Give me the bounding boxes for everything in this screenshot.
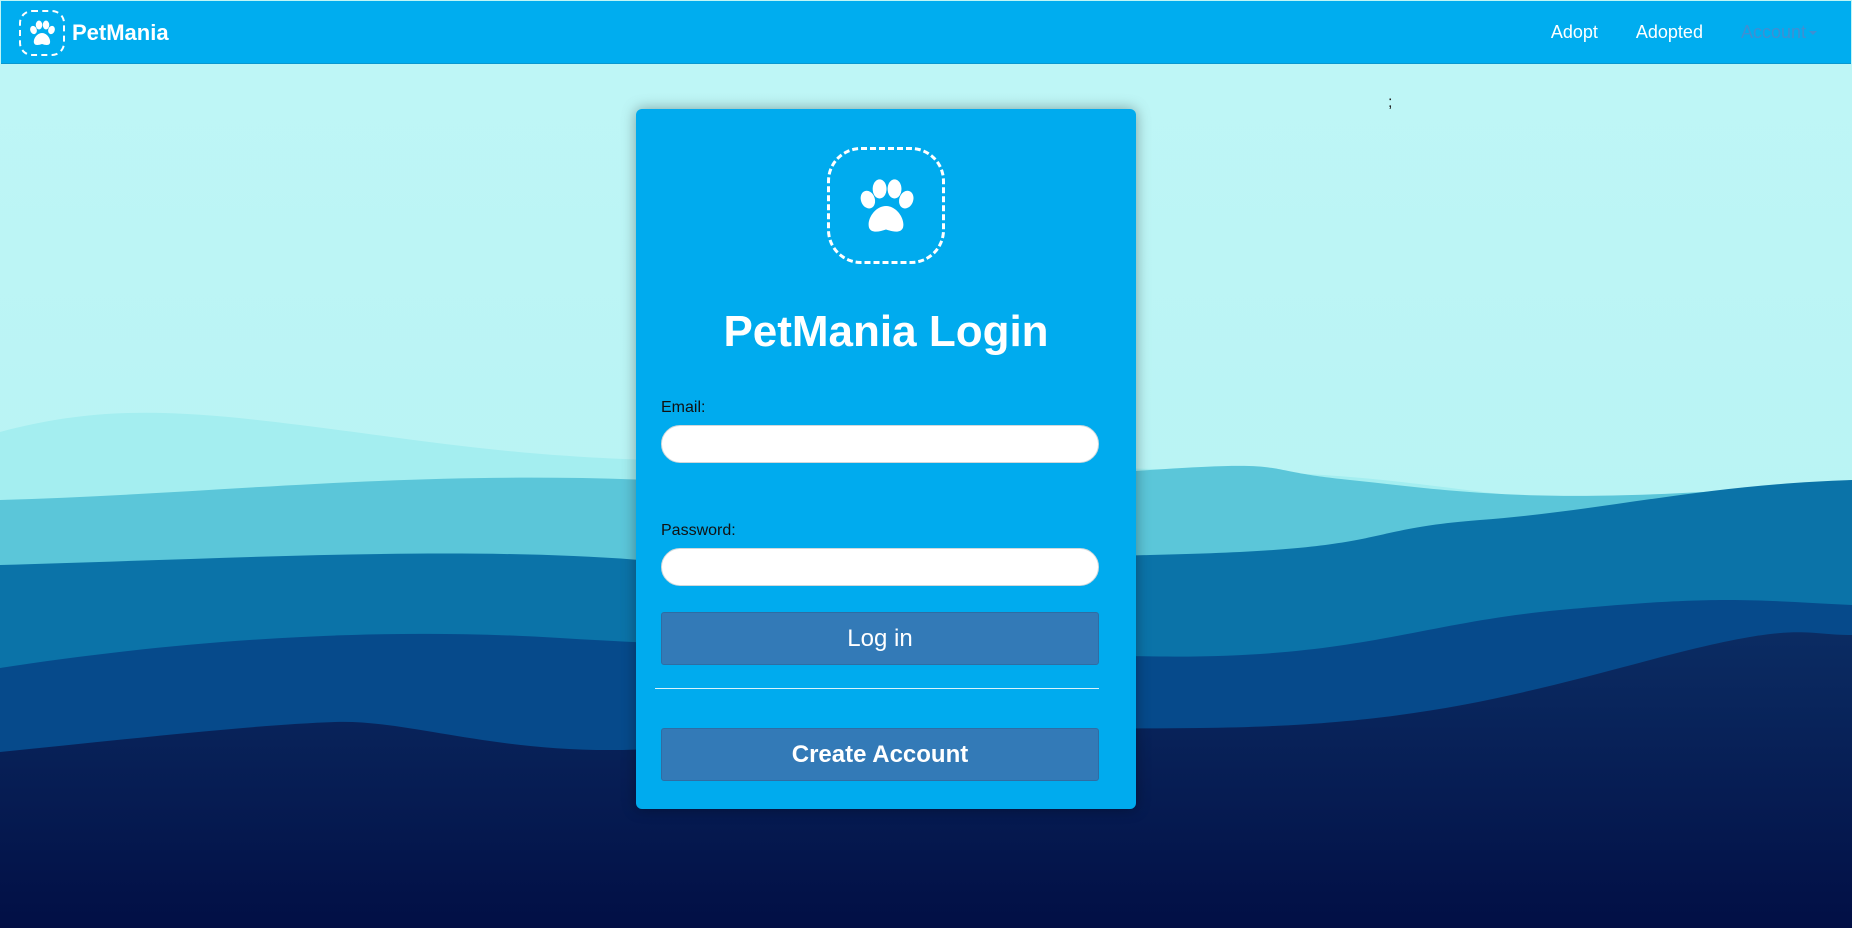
email-label: Email: [661,399,706,416]
login-button[interactable]: Log in [661,612,1099,665]
brand[interactable]: PetMania [19,8,169,58]
login-card: PetMania Login Email: Password: Log in C… [636,109,1136,809]
password-input[interactable] [661,548,1099,586]
nav-link-account-label: Account [1740,22,1806,42]
nav-link-adopted[interactable]: Adopted [1636,22,1703,43]
password-label: Password: [661,522,736,539]
create-account-button[interactable]: Create Account [661,728,1099,781]
nav-link-adopt[interactable]: Adopt [1551,22,1598,43]
divider [655,688,1099,689]
stray-text: ; [1388,94,1393,111]
card-logo [827,147,945,264]
login-title: PetMania Login [723,307,1049,356]
caret-down-icon [1809,31,1817,36]
paw-icon [30,20,55,45]
paw-icon [860,178,914,232]
brand-logo[interactable] [19,10,65,56]
brand-name[interactable]: PetMania [72,20,169,46]
nav-link-account[interactable]: Account [1741,22,1817,43]
email-input[interactable] [661,425,1099,463]
navbar: PetMania Adopt Adopted Account [1,1,1851,64]
nav-links: Adopt Adopted Account [1551,1,1817,64]
